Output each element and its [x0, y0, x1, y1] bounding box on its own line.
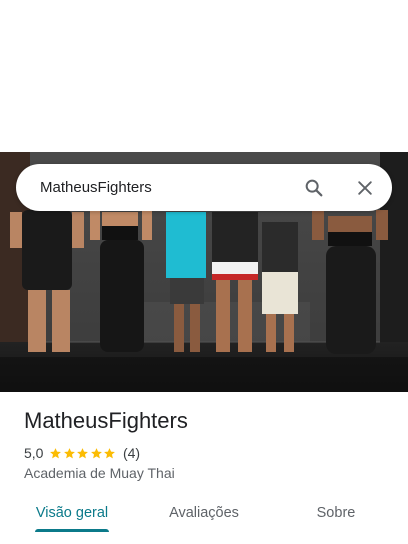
tab-overview[interactable]: Visão geral: [22, 496, 122, 532]
tab-about[interactable]: Sobre: [296, 496, 376, 532]
place-category[interactable]: Academia de Muay Thai: [24, 465, 175, 481]
tab-reviews[interactable]: Avaliações: [154, 496, 254, 532]
close-icon: [358, 181, 372, 195]
star-icon: [91, 447, 102, 458]
search-button[interactable]: [300, 174, 328, 202]
place-title: MatheusFighters: [24, 408, 188, 433]
tab-selected-indicator: [35, 529, 109, 532]
review-count[interactable]: (4): [123, 445, 140, 461]
search-icon: [305, 179, 323, 197]
search-bar[interactable]: MatheusFighters: [16, 164, 392, 211]
place-tabs: Visão geral Avaliações Sobre: [0, 496, 408, 536]
search-input[interactable]: MatheusFighters: [40, 164, 152, 211]
rating-row[interactable]: 5,0 (4): [24, 444, 140, 462]
star-icon: [50, 447, 62, 458]
rating-value: 5,0: [24, 445, 44, 461]
star-icon: [64, 447, 75, 458]
star-icon: [104, 447, 116, 458]
clear-search-button[interactable]: [351, 174, 379, 202]
star-icon: [77, 447, 89, 458]
rating-stars: [49, 447, 117, 460]
